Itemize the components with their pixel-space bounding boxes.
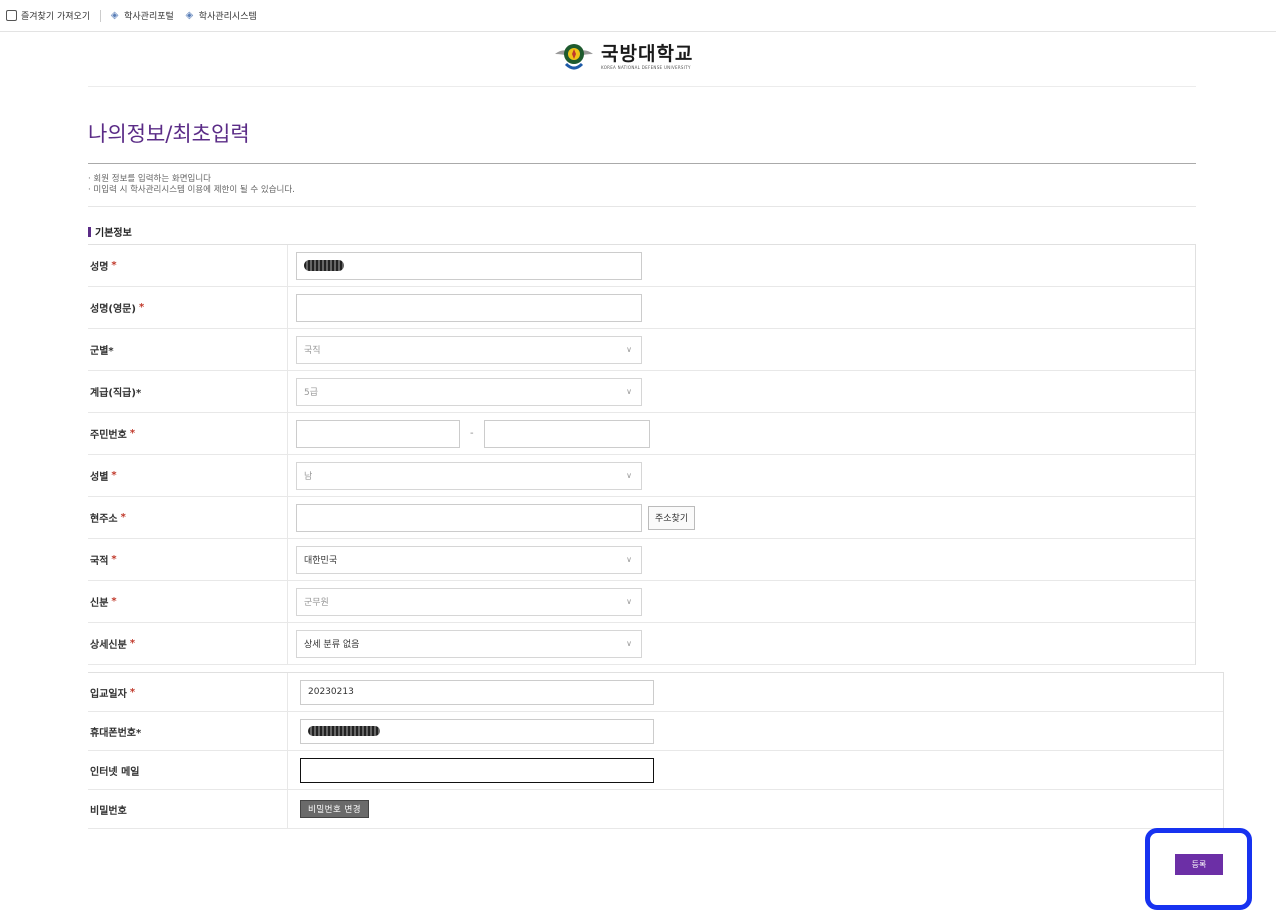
bookmark-label: 학사관리포털 — [124, 12, 174, 22]
select-value: 군무원 — [304, 598, 329, 608]
divider — [88, 86, 1196, 87]
logo-korean-name: 국방대학교 — [601, 42, 694, 65]
chevron-down-icon: ∨ — [626, 387, 632, 396]
field-label: 휴대폰번호* — [88, 712, 288, 750]
field-label: 성명(영문) * — [88, 287, 288, 328]
rrn-separator: - — [470, 428, 474, 439]
rank-select[interactable]: 5급 ∨ — [296, 377, 642, 406]
form-row-entry-date: 입교일자 * 20230213 — [88, 673, 1223, 712]
field-label: 비밀번호 — [88, 790, 288, 828]
bookmark-label: 즐겨찾기 가져오기 — [21, 12, 91, 22]
chevron-down-icon: ∨ — [626, 597, 632, 606]
form-row-email: 인터넷 메일 — [88, 751, 1223, 790]
nationality-select[interactable]: 대한민국 ∨ — [296, 545, 642, 574]
bookmark-separator — [100, 9, 102, 22]
form-row-phone: 휴대폰번호* — [88, 712, 1223, 751]
field-label: 상세신분 * — [88, 623, 288, 664]
section-marker — [88, 226, 91, 237]
select-value: 상세 분류 없음 — [304, 640, 360, 650]
form-row-gender: 성별 * 남 ∨ — [88, 455, 1195, 497]
field-label: 신분 * — [88, 581, 288, 622]
bookmarks-bar: 즐겨찾기 가져오기 ◈ 학사관리포털 ◈ 학사관리시스템 — [0, 0, 1276, 32]
field-label: 성별 * — [88, 455, 288, 496]
email-input[interactable] — [300, 757, 654, 783]
form-row-name-en: 성명(영문) * — [88, 287, 1195, 329]
university-emblem-icon — [555, 44, 593, 70]
notice-text: · 회원 정보를 입력하는 화면입니다 · 미입력 시 학사관리시스템 이용에 … — [88, 174, 295, 196]
chevron-down-icon: ∨ — [626, 471, 632, 480]
bookmark-label: 학사관리시스템 — [198, 12, 257, 22]
form-row-status: 신분 * 군무원 ∨ — [88, 581, 1195, 623]
basic-info-form: 성명 * 성명(영문) * 군별* 국직 ∨ 계급(직급)* 5급 ∨ 주민번호 * - … — [88, 244, 1196, 665]
notice-line: · 미입력 시 학사관리시스템 이용에 제한이 될 수 있습니다. — [88, 185, 295, 195]
status-select[interactable]: 군무원 ∨ — [296, 587, 642, 616]
chevron-down-icon: ∨ — [626, 639, 632, 648]
section-title-text: 기본정보 — [95, 228, 132, 239]
chevron-down-icon: ∨ — [626, 555, 632, 564]
divider — [88, 206, 1196, 207]
diamond-icon: ◈ — [110, 10, 119, 21]
rrn-second-input[interactable] — [483, 419, 650, 448]
form-row-service: 군별* 국직 ∨ — [88, 329, 1195, 371]
phone-input[interactable] — [300, 718, 654, 744]
field-label: 인터넷 메일 — [88, 751, 288, 789]
select-value: 남 — [304, 472, 313, 482]
chevron-down-icon: ∨ — [626, 345, 632, 354]
diamond-icon: ◈ — [185, 10, 194, 21]
select-value: 국직 — [304, 346, 321, 356]
field-label: 입교일자 * — [88, 673, 288, 711]
field-label: 주민번호 * — [88, 413, 288, 454]
form-row-rank: 계급(직급)* 5급 ∨ — [88, 371, 1195, 413]
select-value: 5급 — [304, 388, 319, 398]
change-password-button[interactable]: 비밀번호 변경 — [300, 800, 370, 818]
logo-english-name: KOREA NATIONAL DEFENSE UNIVERSITY — [601, 64, 691, 70]
entry-date-input[interactable]: 20230213 — [300, 679, 654, 705]
form-row-address: 현주소 * 주소찾기 — [88, 497, 1195, 539]
field-label: 군별* — [88, 329, 288, 370]
page-title: 나의정보/최초입력 — [88, 122, 250, 146]
address-input[interactable] — [296, 503, 642, 532]
rrn-first-input[interactable] — [296, 419, 460, 448]
find-address-button[interactable]: 주소찾기 — [648, 505, 696, 530]
folder-icon — [6, 10, 17, 21]
gender-select[interactable]: 남 ∨ — [296, 461, 642, 490]
submit-button[interactable]: 등록 — [1175, 854, 1223, 875]
field-label: 계급(직급)* — [88, 371, 288, 412]
field-label: 성명 * — [88, 245, 288, 286]
redacted-text — [304, 260, 344, 271]
service-select[interactable]: 국직 ∨ — [296, 335, 642, 364]
name-input[interactable] — [296, 251, 642, 280]
redacted-text — [308, 726, 380, 736]
field-label: 현주소 * — [88, 497, 288, 538]
form-row-nationality: 국적 * 대한민국 ∨ — [88, 539, 1195, 581]
divider — [88, 163, 1196, 164]
form-row-status-detail: 상세신분 * 상세 분류 없음 ∨ — [88, 623, 1195, 665]
status-detail-select[interactable]: 상세 분류 없음 ∨ — [296, 629, 642, 658]
notice-line: · 회원 정보를 입력하는 화면입니다 — [88, 174, 211, 184]
form-row-rrn: 주민번호 * - — [88, 413, 1195, 455]
bookmark-import[interactable]: 즐겨찾기 가져오기 — [6, 9, 90, 22]
bookmark-portal[interactable]: ◈ 학사관리포털 — [109, 9, 174, 22]
form-row-name: 성명 * — [88, 245, 1195, 287]
section-title: 기본정보 — [88, 224, 132, 239]
select-value: 대한민국 — [304, 556, 338, 566]
field-label: 국적 * — [88, 539, 288, 580]
additional-info-form: 입교일자 * 20230213 휴대폰번호* 인터넷 메일 비밀번호 비밀번호 변… — [88, 672, 1224, 829]
bookmark-system[interactable]: ◈ 학사관리시스템 — [184, 9, 257, 22]
english-name-input[interactable] — [296, 293, 642, 322]
university-logo: 국방대학교 KOREA NATIONAL DEFENSE UNIVERSITY — [553, 38, 693, 74]
form-row-password: 비밀번호 비밀번호 변경 — [88, 790, 1223, 829]
